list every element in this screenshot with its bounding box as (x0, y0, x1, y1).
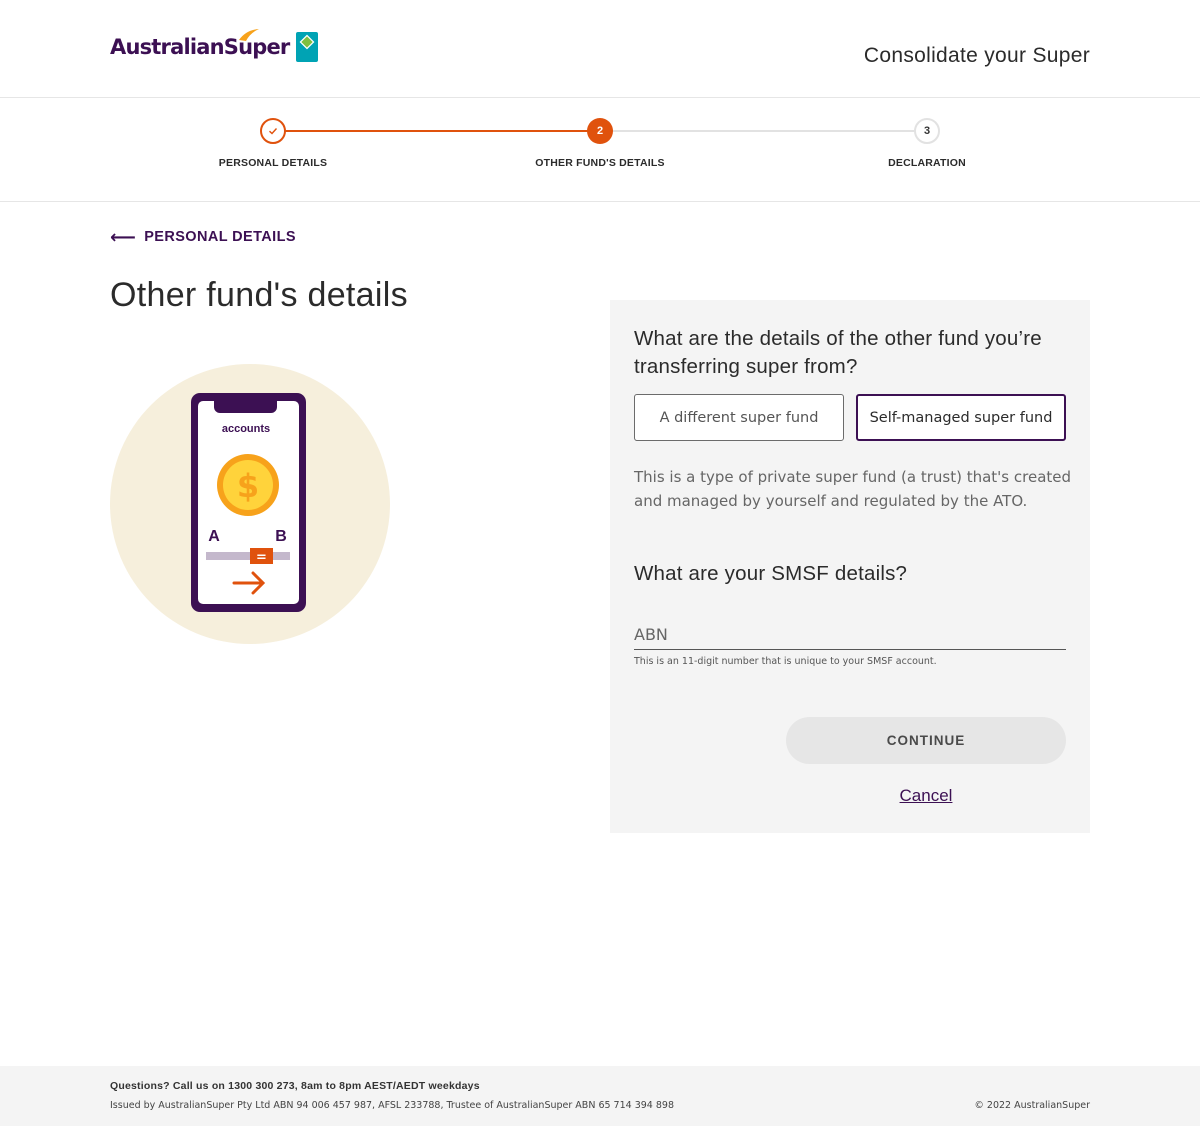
logo-swoosh-icon (239, 29, 259, 41)
logo-text: AustralianSuper (110, 35, 290, 59)
option-self-managed-super-fund[interactable]: Self-managed super fund (856, 394, 1066, 441)
abn-hint: This is an 11-digit number that is uniqu… (634, 656, 937, 667)
option-different-super-fund[interactable]: A different super fund (634, 394, 844, 441)
illustration-accounts-text: accounts (222, 423, 270, 435)
back-link[interactable]: ⟵ PERSONAL DETAILS (110, 227, 296, 247)
arrow-left-icon: ⟵ (110, 227, 137, 247)
fund-details-panel: What are the details of the other fund y… (610, 300, 1090, 833)
page-title: Other fund's details (110, 276, 408, 314)
question-other-fund: What are the details of the other fund y… (634, 327, 1042, 378)
step-1-label: PERSONAL DETAILS (218, 157, 328, 169)
cancel-link[interactable]: Cancel (786, 786, 1066, 806)
illustration-label-b: B (275, 528, 287, 545)
illustration-equals: = (256, 550, 267, 565)
stepper-line-complete (273, 130, 600, 132)
footer-issued-text: Issued by AustralianSuper Pty Ltd ABN 94… (110, 1100, 674, 1111)
industry-superfund-badge-icon (295, 32, 318, 62)
australiansuper-logo[interactable]: AustralianSuper (110, 29, 318, 62)
step-2-number: 2 (587, 118, 613, 144)
step-3-label: DECLARATION (888, 157, 966, 169)
header-title: Consolidate your Super (863, 44, 1090, 67)
question-smsf-details: What are your SMSF details? (634, 562, 908, 585)
back-link-label: PERSONAL DETAILS (144, 229, 296, 245)
step-1-check-icon (260, 118, 286, 144)
phone-transfer-illustration: accounts $ A B = (110, 364, 390, 644)
step-2-label: OTHER FUND'S DETAILS (535, 157, 665, 169)
footer-contact-text: Questions? Call us on 1300 300 273, 8am … (110, 1080, 480, 1092)
smsf-description: This is a type of private super fund (a … (634, 468, 1072, 510)
site-footer: Questions? Call us on 1300 300 273, 8am … (0, 1066, 1200, 1126)
abn-input[interactable] (634, 620, 1066, 650)
svg-text:$: $ (237, 467, 259, 505)
footer-copyright: © 2022 AustralianSuper (974, 1100, 1090, 1111)
continue-button[interactable]: CONTINUE (786, 717, 1066, 764)
illustration-label-a: A (208, 528, 220, 545)
site-header: AustralianSuper Consolidate your Super (0, 0, 1200, 98)
progress-stepper: 2 3 PERSONAL DETAILS OTHER FUND'S DETAIL… (0, 98, 1200, 202)
step-3-number: 3 (914, 118, 940, 144)
stepper-line-upcoming (600, 130, 927, 132)
